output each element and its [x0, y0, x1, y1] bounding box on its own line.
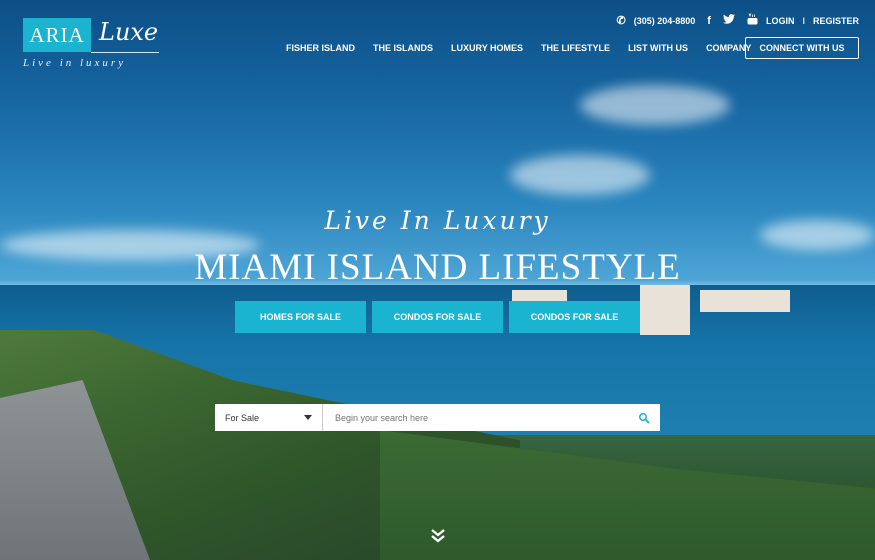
- shore-land: [380, 430, 875, 560]
- phone-number[interactable]: (305) 204-8800: [634, 16, 696, 26]
- nav-list-with-us[interactable]: LIST WITH US: [628, 37, 688, 59]
- search-bar: For Sale: [215, 404, 660, 431]
- phone-icon: ✆: [616, 15, 626, 27]
- login-link[interactable]: LOGIN: [766, 16, 795, 26]
- listing-type-select[interactable]: For Sale: [215, 404, 323, 431]
- twitter-icon[interactable]: [722, 14, 735, 27]
- youtube-icon[interactable]: [747, 13, 758, 28]
- connect-button[interactable]: CONNECT WITH US: [745, 37, 859, 59]
- logo-tagline: Live in luxury: [23, 57, 127, 69]
- search-input[interactable]: [323, 404, 628, 431]
- condos-for-sale-button[interactable]: CONDOS FOR SALE: [372, 301, 503, 333]
- topbar-separator: I: [802, 15, 805, 26]
- hero-subtitle: Live In Luxury: [324, 206, 551, 235]
- main-nav: FISHER ISLAND THE ISLANDS LUXURY HOMES T…: [286, 37, 769, 59]
- nav-the-lifestyle[interactable]: THE LIFESTYLE: [541, 37, 610, 59]
- chevron-down-icon: [304, 415, 312, 420]
- facebook-icon[interactable]: f: [707, 15, 711, 27]
- hero-title: MIAMI ISLAND LIFESTYLE: [194, 247, 681, 288]
- nav-the-islands[interactable]: THE ISLANDS: [373, 37, 433, 59]
- topbar: ✆ (305) 204-8800 f LOGIN I REGISTER: [617, 13, 859, 28]
- register-link[interactable]: REGISTER: [813, 16, 859, 26]
- homes-for-sale-button[interactable]: HOMES FOR SALE: [235, 301, 366, 333]
- scroll-down-icon[interactable]: [430, 528, 446, 549]
- nav-fisher-island[interactable]: FISHER ISLAND: [286, 37, 355, 59]
- nav-luxury-homes[interactable]: LUXURY HOMES: [451, 37, 523, 59]
- logo-luxe: Luxe: [99, 18, 159, 46]
- logo-brand: ARIA: [23, 18, 91, 52]
- logo-divider: [91, 52, 159, 53]
- condos-for-sale-button-2[interactable]: CONDOS FOR SALE: [509, 301, 640, 333]
- listing-type-value: For Sale: [225, 412, 260, 423]
- hero-buttons: HOMES FOR SALE CONDOS FOR SALE CONDOS FO…: [235, 301, 640, 333]
- search-icon[interactable]: [628, 404, 660, 431]
